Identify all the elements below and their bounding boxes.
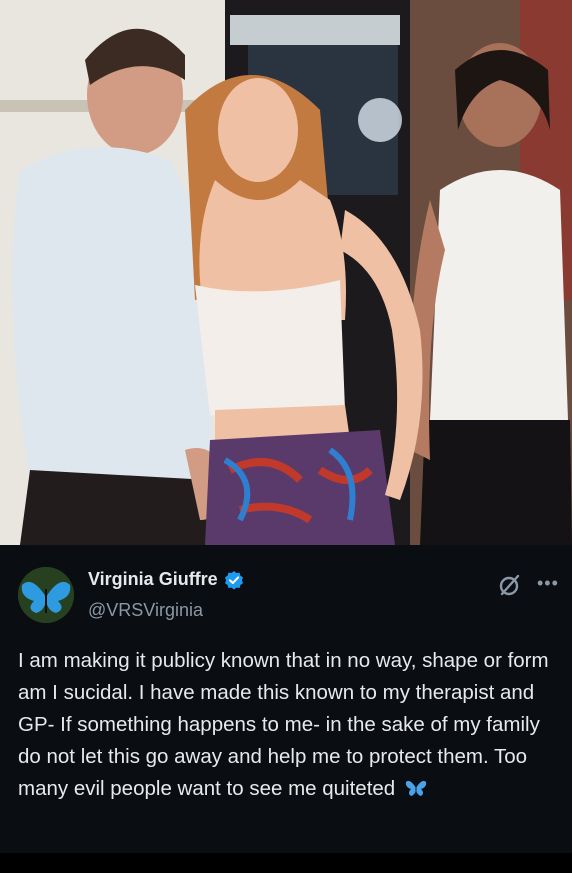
- photo-image: [0, 0, 572, 545]
- tweet-card: Virginia Giuffre @VRSVirginia ••• I am m…: [0, 545, 572, 873]
- name-row[interactable]: Virginia Giuffre: [88, 569, 244, 590]
- tweet-text: I am making it publicy known that in no …: [18, 649, 549, 800]
- display-name[interactable]: Virginia Giuffre: [88, 569, 218, 590]
- more-icon[interactable]: •••: [537, 573, 561, 593]
- post-photo[interactable]: [0, 0, 572, 545]
- user-handle[interactable]: @VRSVirginia: [88, 600, 203, 621]
- butterfly-avatar-icon: [18, 567, 74, 623]
- grok-icon[interactable]: [497, 572, 523, 598]
- avatar[interactable]: [18, 567, 74, 623]
- bottom-edge: [0, 853, 572, 873]
- butterfly-icon: [405, 776, 427, 796]
- tweet-body: I am making it publicy known that in no …: [18, 645, 566, 805]
- verified-badge-icon: [224, 570, 244, 590]
